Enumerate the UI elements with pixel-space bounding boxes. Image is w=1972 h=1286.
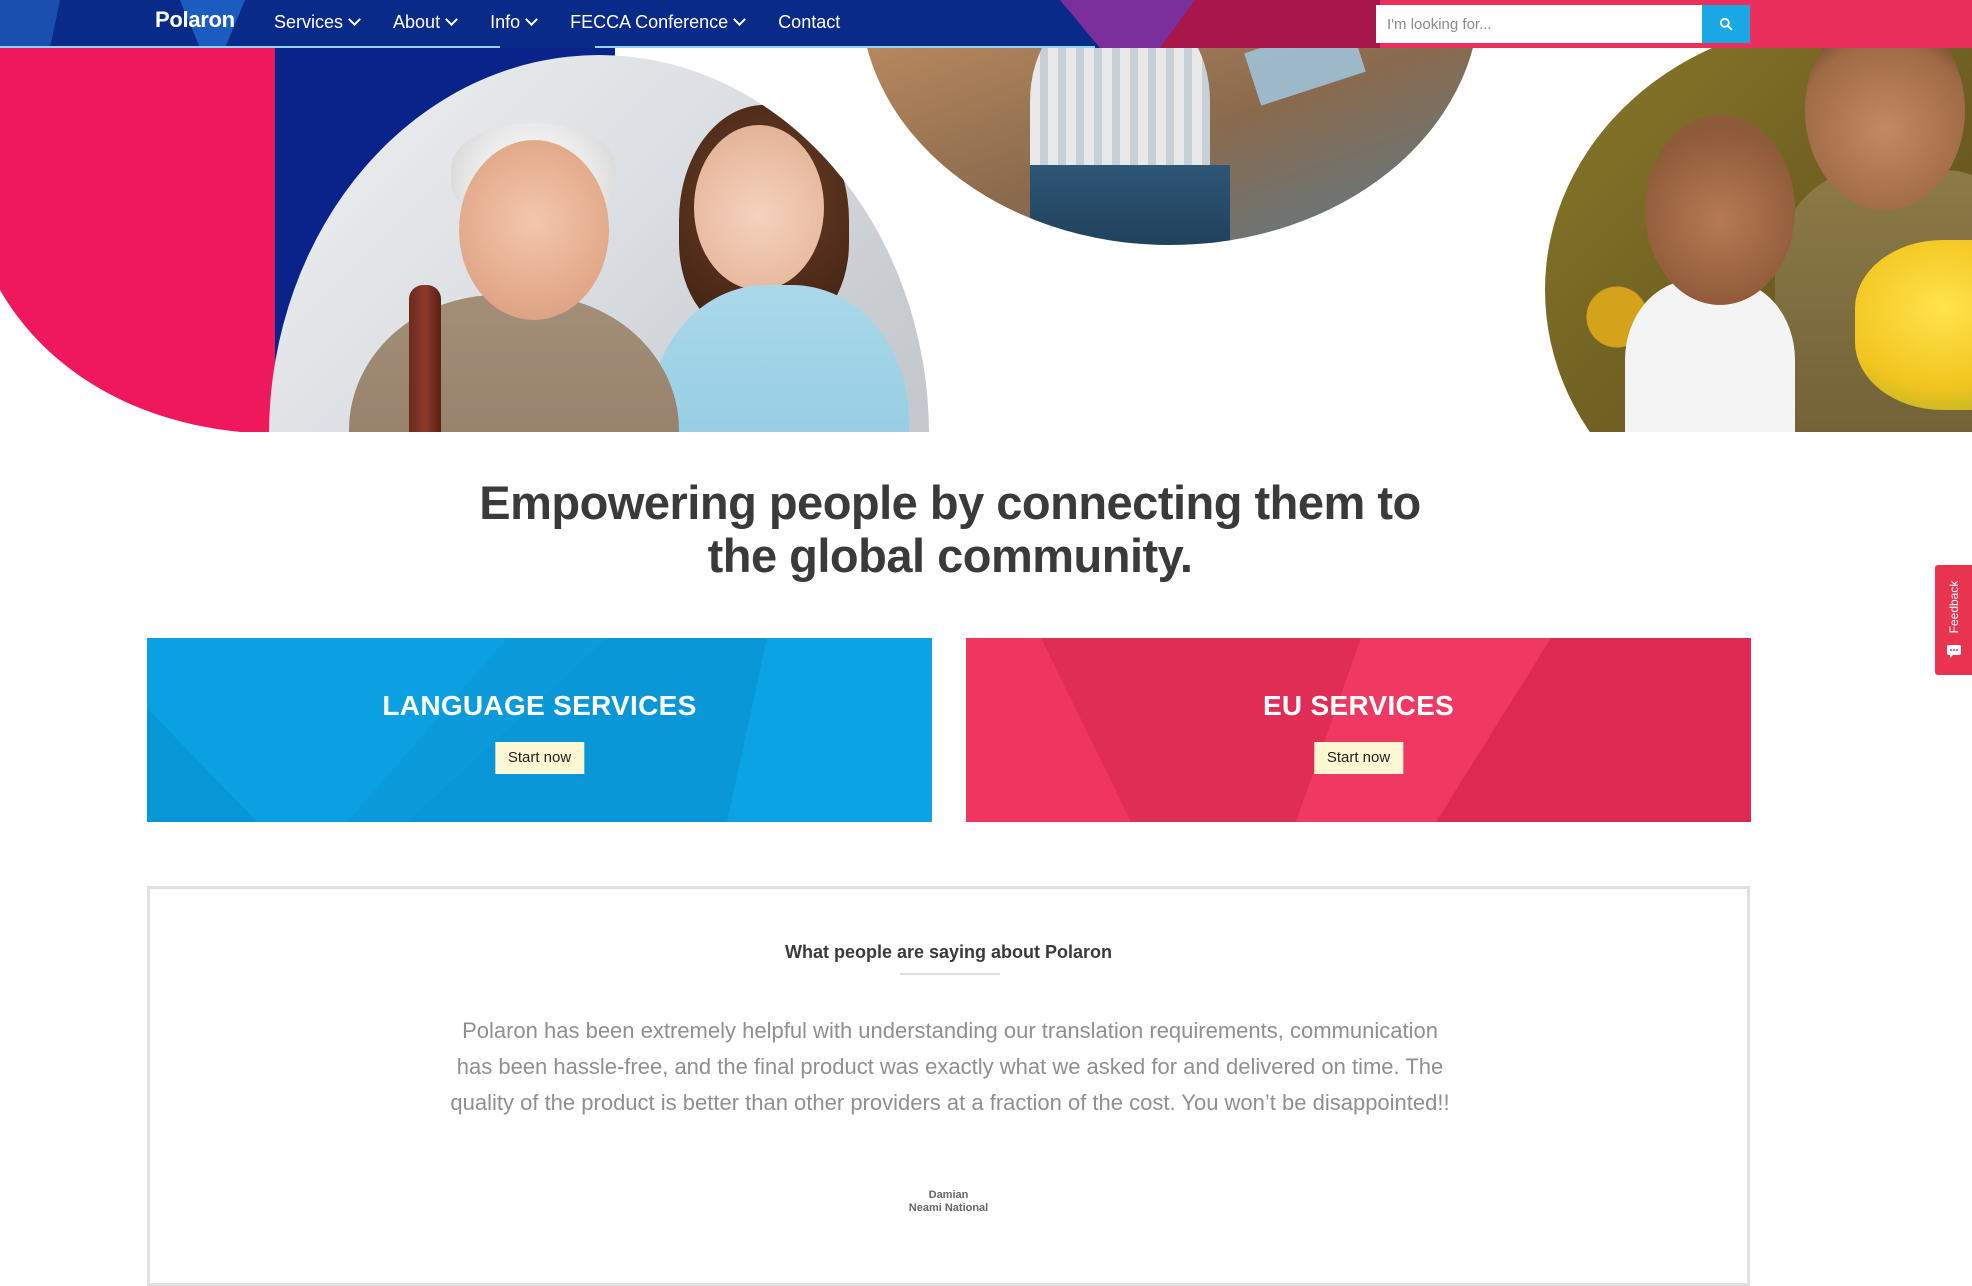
menu-item-about[interactable]: About xyxy=(393,11,458,33)
menu-item-label: About xyxy=(393,11,441,32)
search-input[interactable] xyxy=(1376,5,1702,43)
language-services-card[interactable]: LANGUAGE SERVICES Start now xyxy=(147,638,932,822)
eu-start-now-button[interactable]: Start now xyxy=(1313,742,1404,774)
feedback-label: Feedback xyxy=(1946,580,1961,634)
eu-services-card[interactable]: EU SERVICES Start now xyxy=(966,638,1751,822)
language-start-now-button[interactable]: Start now xyxy=(494,742,585,774)
feedback-tab[interactable]: Feedback xyxy=(1935,565,1972,675)
top-navigation: Polaron Services About Info FECCA Confer… xyxy=(0,0,1972,48)
chevron-down-icon xyxy=(445,12,458,26)
chevron-down-icon xyxy=(525,12,538,26)
chevron-down-icon xyxy=(733,12,747,26)
divider xyxy=(900,973,1000,975)
menu-item-services[interactable]: Services xyxy=(274,11,361,33)
card-title: EU SERVICES xyxy=(1262,690,1455,721)
menu-item-info[interactable]: Info xyxy=(490,11,538,33)
page-headline: Empowering people by connecting them to … xyxy=(400,476,1500,582)
search-icon xyxy=(1719,17,1733,31)
menu-item-label: Services xyxy=(274,11,344,32)
brand-logo[interactable]: Polaron xyxy=(155,7,235,33)
headline-line-2: the global community. xyxy=(707,529,1193,582)
testimonial-heading: What people are saying about Polaron xyxy=(784,942,1113,962)
menu-item-label: Info xyxy=(490,11,521,32)
card-title: LANGUAGE SERVICES xyxy=(382,690,697,721)
menu-item-label: Contact xyxy=(778,11,841,32)
card-background-facets xyxy=(147,638,932,822)
main-menu: Services About Info FECCA Conference Con… xyxy=(274,0,874,44)
card-background-facets xyxy=(1041,638,1751,822)
testimonial-author: Damian Neami National xyxy=(150,1189,1747,1215)
chat-icon xyxy=(1947,645,1961,658)
author-organization: Neami National xyxy=(908,1202,989,1214)
author-name: Damian xyxy=(928,1189,969,1201)
testimonial-section: What people are saying about Polaron Pol… xyxy=(147,886,1750,1286)
menu-item-contact[interactable]: Contact xyxy=(778,12,840,33)
menu-item-fecca-conference[interactable]: FECCA Conference xyxy=(570,11,747,33)
chevron-down-icon xyxy=(348,12,361,26)
headline-line-1: Empowering people by connecting them to xyxy=(479,476,1421,529)
testimonial-quote: Polaron has been extremely helpful with … xyxy=(450,1018,1450,1115)
hero-banner xyxy=(0,0,1972,432)
search-bar xyxy=(1376,5,1750,43)
menu-item-label: FECCA Conference xyxy=(570,11,729,32)
search-button[interactable] xyxy=(1702,5,1750,43)
